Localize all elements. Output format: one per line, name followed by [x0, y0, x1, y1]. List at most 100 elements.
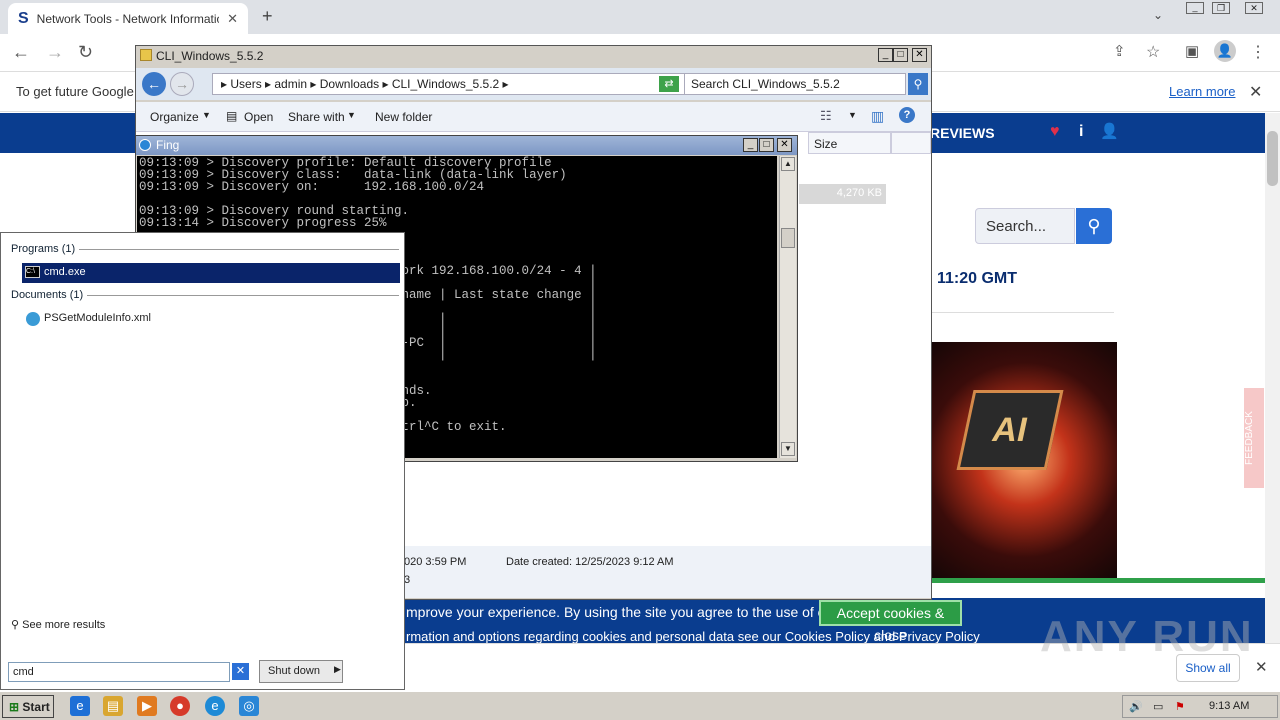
console-line: 09:13:09 > Discovery on: 192.168.100.0/2…: [139, 180, 485, 194]
document-item-label: PSGetModuleInfo.xml: [44, 312, 151, 324]
side-panel-icon[interactable]: ▣: [1185, 42, 1199, 60]
clear-search-icon[interactable]: ✕: [232, 663, 249, 680]
shutdown-button[interactable]: Shut down ▶: [259, 660, 343, 683]
document-item[interactable]: PSGetModuleInfo.xml: [22, 309, 400, 329]
explorer-titlebar[interactable]: CLI_Windows_5.5.2 _ □ ✕: [136, 46, 931, 66]
share-with-menu[interactable]: Share with: [288, 110, 345, 124]
close-icon[interactable]: ✕: [912, 48, 927, 62]
ie-icon[interactable]: e: [70, 696, 90, 716]
date-created-text: Date created: 12/25/2023 9:12 AM: [506, 556, 674, 568]
folder-icon: [140, 49, 152, 61]
minimize-icon[interactable]: _: [878, 48, 893, 62]
scrollbar-thumb[interactable]: [781, 228, 795, 248]
reload-icon[interactable]: ↻: [78, 42, 93, 63]
clock[interactable]: 9:13 AM: [1209, 700, 1249, 712]
view-options-icon[interactable]: ☷: [820, 108, 832, 124]
back-arrow-icon[interactable]: ←: [142, 72, 166, 96]
new-folder-button[interactable]: New folder: [375, 110, 432, 124]
open-button[interactable]: Open: [244, 110, 273, 124]
edge-icon[interactable]: e: [205, 696, 225, 716]
start-search-input[interactable]: cmd: [8, 662, 230, 682]
minimize-icon[interactable]: _: [743, 138, 758, 152]
forward-arrow-icon[interactable]: →: [170, 72, 194, 96]
program-item-cmd[interactable]: C:\ cmd.exe: [22, 263, 400, 283]
scroll-down-icon[interactable]: ▼: [781, 442, 795, 456]
console-line: 09:13:14 > Discovery progress 25%: [139, 216, 387, 230]
date-modified-text: 020 3:59 PM: [404, 556, 467, 568]
fing-icon[interactable]: ◎: [239, 696, 259, 716]
start-button[interactable]: ⊞ Start: [2, 695, 54, 718]
scrollbar-thumb[interactable]: [1267, 131, 1278, 186]
explorer-address-bar: ← → ▸ Users ▸ admin ▸ Downloads ▸ CLI_Wi…: [136, 68, 931, 100]
column-header-blank[interactable]: [891, 132, 931, 154]
close-download-bar-icon[interactable]: ✕: [1255, 658, 1268, 676]
search-icon: ⚲: [1087, 216, 1101, 236]
bookmark-star-icon[interactable]: ☆: [1146, 42, 1160, 62]
column-header-size[interactable]: Size: [808, 132, 891, 154]
documents-header: Documents (1): [11, 289, 84, 301]
refresh-icon[interactable]: ⇄: [659, 76, 679, 92]
heart-icon[interactable]: ♥: [1050, 123, 1060, 141]
console-scrollbar[interactable]: ▲ ▼: [779, 156, 796, 458]
accent-line: [932, 578, 1265, 583]
chevron-down-icon[interactable]: ▼: [848, 110, 857, 120]
cmd-icon: C:\: [25, 266, 40, 278]
search-icon: ⚲: [11, 619, 20, 631]
chrome-icon[interactable]: ●: [170, 696, 190, 716]
user-icon[interactable]: 👤: [1100, 122, 1119, 140]
see-more-results-link[interactable]: ⚲ See more results: [11, 618, 105, 631]
media-player-icon[interactable]: ▶: [137, 696, 157, 716]
chevron-right-icon[interactable]: ▶: [334, 664, 341, 675]
explorer-icon[interactable]: ▤: [103, 696, 123, 716]
site-search-button[interactable]: ⚲: [1076, 208, 1112, 244]
share-icon[interactable]: ⇪: [1113, 42, 1126, 60]
back-arrow-icon[interactable]: ←: [12, 42, 30, 63]
forward-arrow-icon[interactable]: →: [46, 42, 64, 63]
preview-pane-icon[interactable]: ▥: [871, 108, 884, 125]
restore-icon[interactable]: ❐: [1212, 2, 1230, 14]
close-window-icon[interactable]: ✕: [1245, 2, 1263, 14]
explorer-search-input[interactable]: Search CLI_Windows_5.5.2: [684, 73, 906, 95]
program-item-label: cmd.exe: [44, 266, 86, 278]
close-icon[interactable]: ✕: [777, 138, 792, 152]
network-icon[interactable]: ▭: [1153, 700, 1163, 713]
organize-menu[interactable]: Organize: [150, 110, 199, 124]
minimize-icon[interactable]: _: [1186, 2, 1204, 14]
start-menu: Programs (1) C:\ cmd.exe Documents (1) P…: [0, 232, 405, 690]
help-icon[interactable]: ?: [899, 107, 915, 123]
nav-reviews-link[interactable]: REVIEWS: [930, 125, 995, 141]
feedback-tab[interactable]: FEEDBACK: [1244, 388, 1264, 488]
alert-icon[interactable]: ⚑: [1175, 700, 1185, 713]
open-icon: ▤: [226, 109, 238, 123]
info-icon[interactable]: i: [1079, 123, 1083, 141]
file-size-cell[interactable]: 4,270 KB: [799, 184, 886, 204]
scroll-up-icon[interactable]: ▲: [781, 157, 795, 171]
ai-chip-graphic: AI: [956, 390, 1064, 470]
see-more-label: See more results: [22, 619, 106, 631]
browser-tab-strip: S Network Tools - Network Information ✕ …: [0, 0, 1280, 34]
close-info-bar-icon[interactable]: ✕: [1249, 82, 1262, 102]
search-icon[interactable]: ⚲: [908, 73, 928, 95]
site-search-input[interactable]: Search...: [975, 208, 1075, 244]
column-size-label: Size: [814, 137, 838, 151]
profile-avatar-icon[interactable]: 👤: [1214, 40, 1236, 62]
new-tab-button[interactable]: +: [262, 6, 273, 27]
learn-more-link[interactable]: Learn more: [1169, 84, 1235, 99]
volume-icon[interactable]: 🔊: [1129, 700, 1143, 713]
programs-header: Programs (1): [11, 243, 76, 255]
fing-titlebar[interactable]: Fing _ □ ✕: [136, 136, 797, 155]
fing-title: Fing: [156, 138, 180, 152]
menu-dots-icon[interactable]: ⋮: [1250, 42, 1266, 62]
fing-app-icon: [139, 139, 151, 151]
browser-tab[interactable]: S Network Tools - Network Information ✕: [8, 3, 248, 34]
page-scrollbar[interactable]: [1265, 113, 1280, 643]
divider: [932, 312, 1114, 313]
chevron-down-icon: ▼: [202, 110, 211, 120]
info-bar-text: To get future Google: [16, 84, 134, 99]
close-tab-icon[interactable]: ✕: [227, 11, 238, 27]
tab-search-icon[interactable]: ⌄: [1153, 8, 1163, 22]
accept-cookies-button[interactable]: Accept cookies & close: [819, 600, 962, 643]
maximize-icon[interactable]: □: [759, 138, 774, 152]
maximize-icon[interactable]: □: [893, 48, 908, 62]
start-label: Start: [22, 700, 50, 714]
